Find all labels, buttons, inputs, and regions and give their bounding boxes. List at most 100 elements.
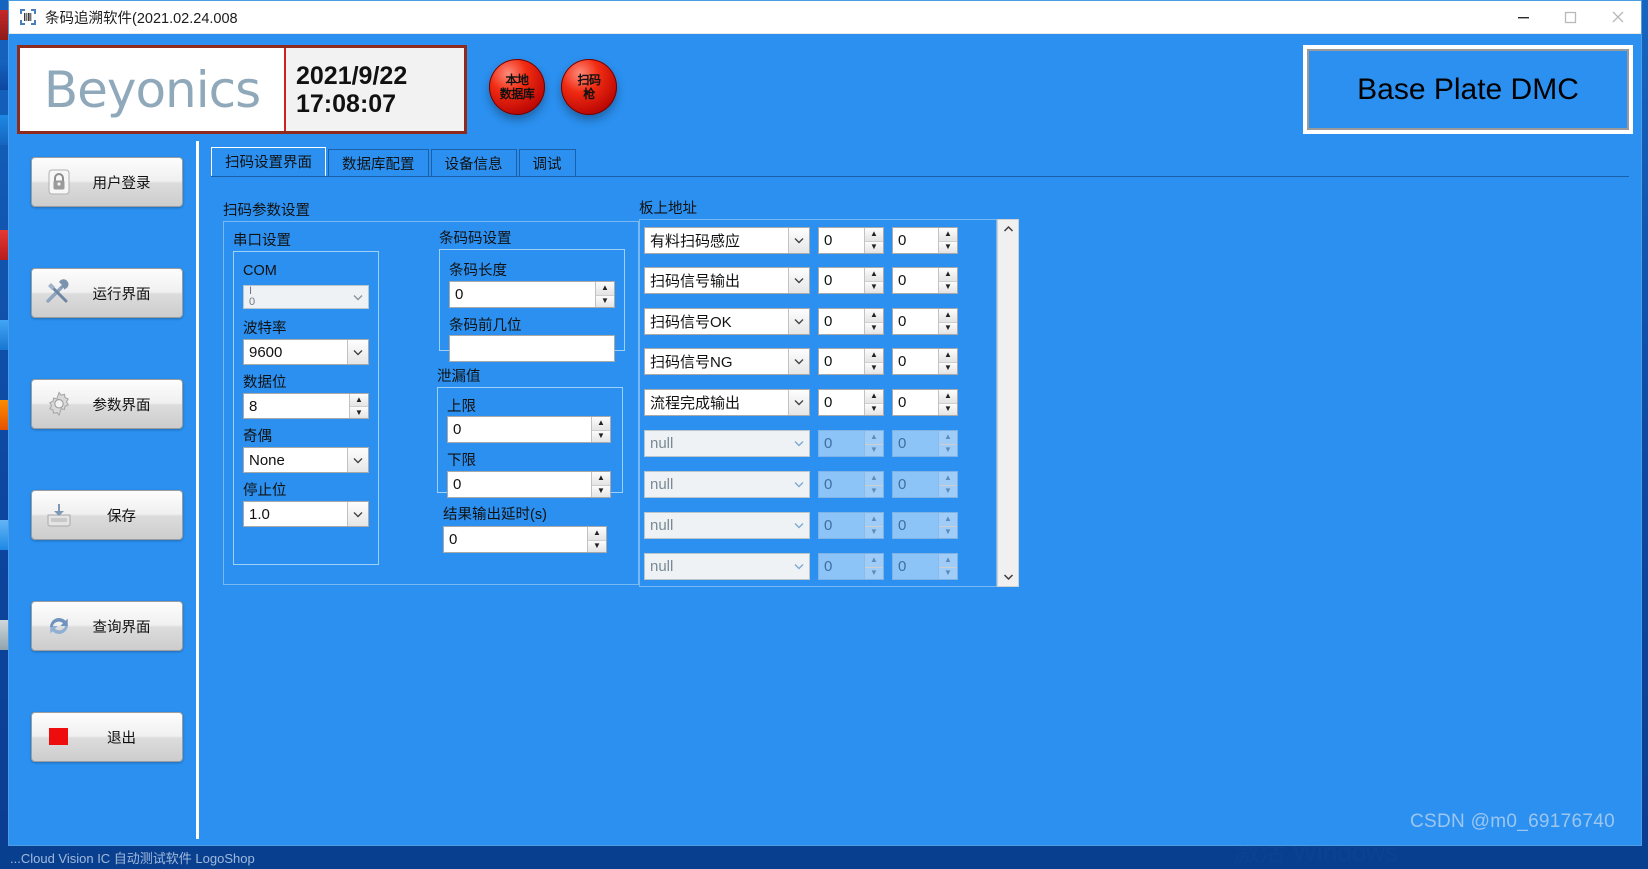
board-row-0-signal-combo[interactable]: 有料扫码感应	[644, 227, 810, 254]
spin-up-icon[interactable]: ▲	[939, 268, 957, 281]
spin-down-icon[interactable]: ▼	[592, 429, 610, 442]
spin-down-icon[interactable]: ▼	[865, 280, 883, 293]
chevron-down-icon[interactable]	[347, 502, 368, 526]
board-row-4-address-spinner[interactable]: 0 ▲ ▼	[818, 389, 884, 416]
client-area: Beyonics 2021/9/22 17:08:07 本地 数据库 扫码 枪	[9, 34, 1641, 845]
sidebar-item-run-screen[interactable]: 运行界面	[30, 268, 183, 318]
close-button[interactable]	[1594, 1, 1641, 34]
spin-down-icon[interactable]: ▼	[865, 361, 883, 374]
spin-down-icon[interactable]: ▼	[939, 402, 957, 415]
spin-down-icon[interactable]: ▼	[350, 406, 368, 418]
sidebar-item-save[interactable]: 保存	[30, 490, 183, 540]
spin-up-icon[interactable]: ▲	[596, 282, 614, 295]
board-row-1-signal-combo[interactable]: 扫码信号输出	[644, 267, 810, 294]
spin-up-icon[interactable]: ▲	[592, 472, 610, 485]
barcode-prefix-input[interactable]	[449, 335, 615, 362]
spin-up-icon[interactable]: ▲	[865, 349, 883, 362]
board-row-6-bit-value: 0	[898, 476, 907, 493]
leak-upper-spinner[interactable]: 0 ▲ ▼	[447, 416, 611, 443]
baud-combo[interactable]: 9600	[243, 339, 369, 365]
board-row-3-bit-spinner[interactable]: 0 ▲ ▼	[892, 348, 958, 375]
tab-debug[interactable]: 调试	[518, 149, 576, 177]
spin-down-icon[interactable]: ▼	[865, 321, 883, 334]
board-row-4-signal-combo[interactable]: 流程完成输出	[644, 389, 810, 416]
spin-down-icon[interactable]: ▼	[939, 280, 957, 293]
sidebar-item-run-screen-label: 运行界面	[92, 286, 151, 303]
leak-lower-spinner[interactable]: 0 ▲ ▼	[447, 471, 611, 498]
board-row-8-signal-combo[interactable]: null	[644, 553, 810, 580]
chevron-down-icon[interactable]	[788, 349, 809, 374]
leak-upper-label: 上限	[447, 399, 476, 415]
spin-down-icon[interactable]: ▼	[865, 240, 883, 253]
spin-up-icon: ▲	[865, 513, 883, 526]
stopbits-label: 停止位	[243, 483, 287, 499]
board-row-5-signal-combo[interactable]: null	[644, 430, 810, 457]
led-local-database[interactable]: 本地 数据库	[489, 59, 545, 115]
board-row-1-bit-spinner[interactable]: 0 ▲ ▼	[892, 267, 958, 294]
spin-down-icon[interactable]: ▼	[596, 294, 614, 307]
sidebar-item-parameter-screen[interactable]: 参数界面	[30, 379, 183, 429]
maximize-button[interactable]	[1547, 1, 1594, 34]
spin-down-icon[interactable]: ▼	[865, 402, 883, 415]
title-bar[interactable]: 条码追溯软件(2021.02.24.008	[9, 1, 1641, 34]
scroll-up-icon[interactable]	[1003, 220, 1014, 238]
board-row-1-address-spinner[interactable]: 0 ▲ ▼	[818, 267, 884, 294]
board-row-6-signal-combo[interactable]: null	[644, 471, 810, 498]
spin-up-icon[interactable]: ▲	[865, 268, 883, 281]
chevron-down-icon[interactable]	[788, 228, 809, 253]
sidebar-item-exit[interactable]: 退出	[30, 712, 183, 762]
com-combo[interactable]: I0	[243, 285, 369, 309]
chevron-down-icon[interactable]	[788, 309, 809, 334]
spin-down-icon[interactable]: ▼	[588, 539, 606, 552]
table-row: null 0 ▲ ▼ 0 ▲ ▼	[644, 468, 958, 501]
spin-down-icon[interactable]: ▼	[939, 240, 957, 253]
board-row-7-signal-combo[interactable]: null	[644, 512, 810, 539]
spin-up-icon[interactable]: ▲	[865, 390, 883, 403]
board-row-0-address-spinner[interactable]: 0 ▲ ▼	[818, 227, 884, 254]
chevron-down-icon[interactable]	[788, 268, 809, 293]
board-row-2-bit-spinner[interactable]: 0 ▲ ▼	[892, 308, 958, 335]
scroll-down-icon[interactable]	[1003, 568, 1014, 586]
spin-up-icon[interactable]: ▲	[592, 417, 610, 430]
chevron-down-icon[interactable]	[347, 448, 368, 472]
lock-icon	[40, 165, 78, 199]
tab-device-info[interactable]: 设备信息	[430, 149, 517, 177]
spin-up-icon[interactable]: ▲	[588, 527, 606, 540]
spin-down-icon[interactable]: ▼	[939, 321, 957, 334]
board-row-2-address-spinner[interactable]: 0 ▲ ▼	[818, 308, 884, 335]
board-row-0-bit-spinner[interactable]: 0 ▲ ▼	[892, 227, 958, 254]
board-row-7-signal-value: null	[650, 517, 674, 534]
chevron-down-icon[interactable]	[788, 390, 809, 415]
spin-up-icon[interactable]: ▲	[939, 390, 957, 403]
spin-down-icon[interactable]: ▼	[592, 484, 610, 497]
databits-spinner[interactable]: 8 ▲ ▼	[243, 393, 369, 419]
board-row-7-bit-value: 0	[898, 517, 907, 534]
spin-up-icon: ▲	[865, 431, 883, 444]
sidebar-item-query-screen[interactable]: 查询界面	[30, 601, 183, 651]
tab-strip: 扫码设置界面 数据库配置 设备信息 调试	[211, 147, 1633, 177]
barcode-length-spinner[interactable]: 0 ▲ ▼	[449, 281, 615, 308]
spin-up-icon[interactable]: ▲	[939, 228, 957, 241]
spin-up-icon[interactable]: ▲	[939, 309, 957, 322]
minimize-button[interactable]	[1500, 1, 1547, 34]
spin-up-icon[interactable]: ▲	[865, 228, 883, 241]
board-row-3-address-value: 0	[824, 353, 833, 370]
sidebar-item-user-login[interactable]: 用户登录	[30, 157, 183, 207]
spin-down-icon[interactable]: ▼	[939, 361, 957, 374]
chevron-down-icon[interactable]	[347, 340, 368, 364]
board-row-2-signal-combo[interactable]: 扫码信号OK	[644, 308, 810, 335]
chevron-down-icon	[788, 554, 809, 579]
parity-combo[interactable]: None	[243, 447, 369, 473]
board-row-4-bit-spinner[interactable]: 0 ▲ ▼	[892, 389, 958, 416]
result-delay-spinner[interactable]: 0 ▲ ▼	[443, 526, 607, 553]
spin-up-icon[interactable]: ▲	[865, 309, 883, 322]
tab-database-config[interactable]: 数据库配置	[328, 149, 429, 177]
board-address-scrollbar[interactable]	[997, 219, 1019, 587]
stopbits-combo[interactable]: 1.0	[243, 501, 369, 527]
spin-up-icon[interactable]: ▲	[350, 394, 368, 406]
spin-up-icon[interactable]: ▲	[939, 349, 957, 362]
board-row-3-signal-combo[interactable]: 扫码信号NG	[644, 348, 810, 375]
tab-scan-settings[interactable]: 扫码设置界面	[211, 147, 326, 177]
led-scanner-gun[interactable]: 扫码 枪	[561, 59, 617, 115]
board-row-3-address-spinner[interactable]: 0 ▲ ▼	[818, 348, 884, 375]
